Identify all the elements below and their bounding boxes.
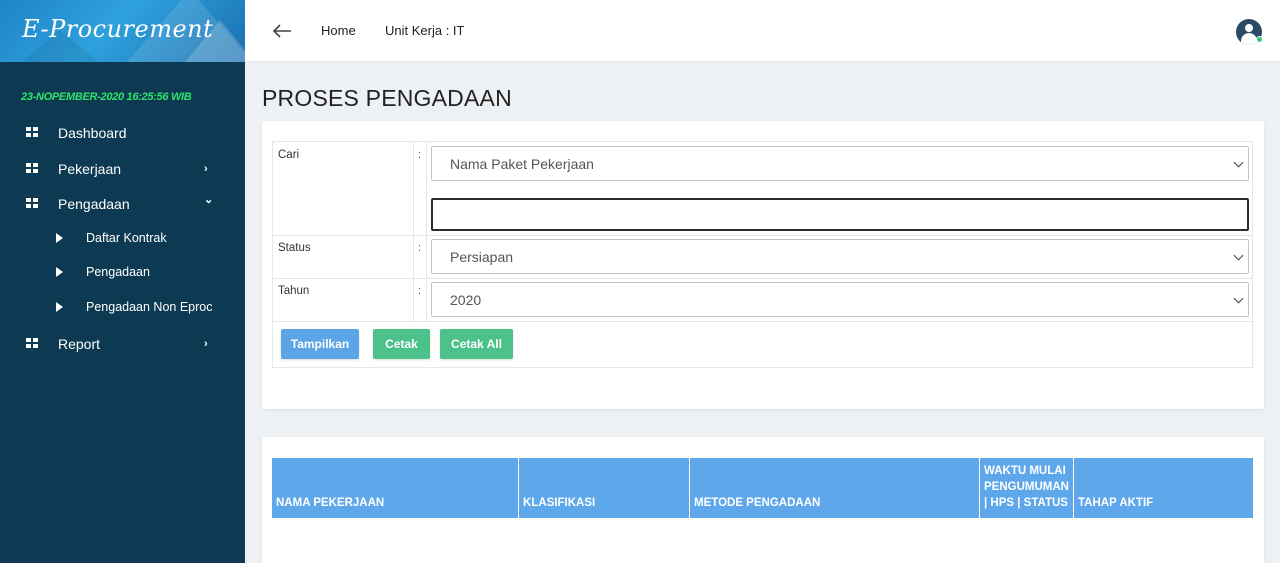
column-header[interactable]: WAKTU MULAI PENGUMUMAN | HPS | STATUS <box>980 458 1074 518</box>
filter-form: Cari : Nama Paket Pekerjaan Status : Per… <box>272 141 1253 368</box>
online-status-icon <box>1256 36 1263 43</box>
chevron-right-icon: › <box>204 163 208 175</box>
caret-right-icon <box>56 233 63 243</box>
sidebar-item-label: Report <box>58 336 101 352</box>
cari-label: Cari <box>278 149 300 161</box>
breadcrumb-unit: Unit Kerja : IT <box>385 23 465 38</box>
sidebar-subitem-pengadaan[interactable]: Pengadaan <box>0 262 245 286</box>
sidebar-subitem-label: Daftar Kontrak <box>86 231 167 245</box>
grid-icon <box>26 338 38 349</box>
sidebar-item-report[interactable]: Report › <box>0 331 245 357</box>
brand-banner: E-Procurement <box>0 0 245 62</box>
sidebar-item-pekerjaan[interactable]: Pekerjaan › <box>0 156 245 182</box>
cetak-all-button[interactable]: Cetak All <box>440 329 513 359</box>
sidebar-item-pengadaan[interactable]: Pengadaan ⌄ <box>0 191 245 217</box>
sidebar-datetime: 23-NOPEMBER-2020 16:25:56 WIB <box>21 91 192 103</box>
sidebar-item-label: Dashboard <box>58 125 127 141</box>
page-title: PROSES PENGADAAN <box>262 85 512 111</box>
cetak-button[interactable]: Cetak <box>373 329 430 359</box>
sidebar-subitem-pengadaan-non-eproc[interactable]: Pengadaan Non Eproc <box>0 297 245 321</box>
chevron-down-icon: ⌄ <box>204 194 214 206</box>
select-value: 2020 <box>450 292 482 308</box>
sidebar: E-Procurement 23-NOPEMBER-2020 16:25:56 … <box>0 0 245 563</box>
filter-card: Cari : Nama Paket Pekerjaan Status : Per… <box>262 121 1264 409</box>
column-header[interactable]: NAMA PEKERJAAN <box>272 458 519 518</box>
column-header[interactable]: TAHAP AKTIF <box>1074 458 1253 518</box>
arrow-left-icon[interactable] <box>271 20 293 42</box>
caret-right-icon <box>56 267 63 277</box>
colon: : <box>418 242 422 254</box>
sidebar-item-dashboard[interactable]: Dashboard <box>0 120 245 146</box>
column-header[interactable]: KLASIFIKASI <box>519 458 690 518</box>
chevron-down-icon <box>1233 157 1244 168</box>
results-card: NAMA PEKERJAAN KLASIFIKASI METODE PENGAD… <box>262 437 1264 563</box>
select-value: Persiapan <box>450 249 514 265</box>
sidebar-subitem-daftar-kontrak[interactable]: Daftar Kontrak <box>0 228 245 252</box>
caret-right-icon <box>56 302 63 312</box>
grid-icon <box>26 198 38 209</box>
colon: : <box>418 285 422 297</box>
colon: : <box>418 149 422 161</box>
tahun-label: Tahun <box>278 285 310 297</box>
status-select[interactable]: Persiapan <box>431 239 1249 274</box>
tampilkan-button[interactable]: Tampilkan <box>281 329 359 359</box>
sidebar-subitem-label: Pengadaan <box>86 265 150 279</box>
table-header: NAMA PEKERJAAN KLASIFIKASI METODE PENGAD… <box>272 458 1253 518</box>
search-input[interactable] <box>431 198 1249 231</box>
breadcrumb-home[interactable]: Home <box>321 23 356 38</box>
brand-logo[interactable]: E-Procurement <box>22 15 213 43</box>
topbar: Home Unit Kerja : IT <box>245 0 1280 62</box>
grid-icon <box>26 163 38 174</box>
select-value: Nama Paket Pekerjaan <box>450 156 594 172</box>
chevron-right-icon: › <box>204 338 208 350</box>
cari-field-select[interactable]: Nama Paket Pekerjaan <box>431 146 1249 181</box>
sidebar-item-label: Pengadaan <box>58 196 130 212</box>
tahun-select[interactable]: 2020 <box>431 282 1249 317</box>
status-label: Status <box>278 242 311 254</box>
column-header[interactable]: METODE PENGADAAN <box>690 458 980 518</box>
chevron-down-icon <box>1233 250 1244 261</box>
sidebar-subitem-label: Pengadaan Non Eproc <box>86 300 213 314</box>
grid-icon <box>26 127 38 138</box>
sidebar-item-label: Pekerjaan <box>58 161 122 177</box>
chevron-down-icon <box>1233 293 1244 304</box>
